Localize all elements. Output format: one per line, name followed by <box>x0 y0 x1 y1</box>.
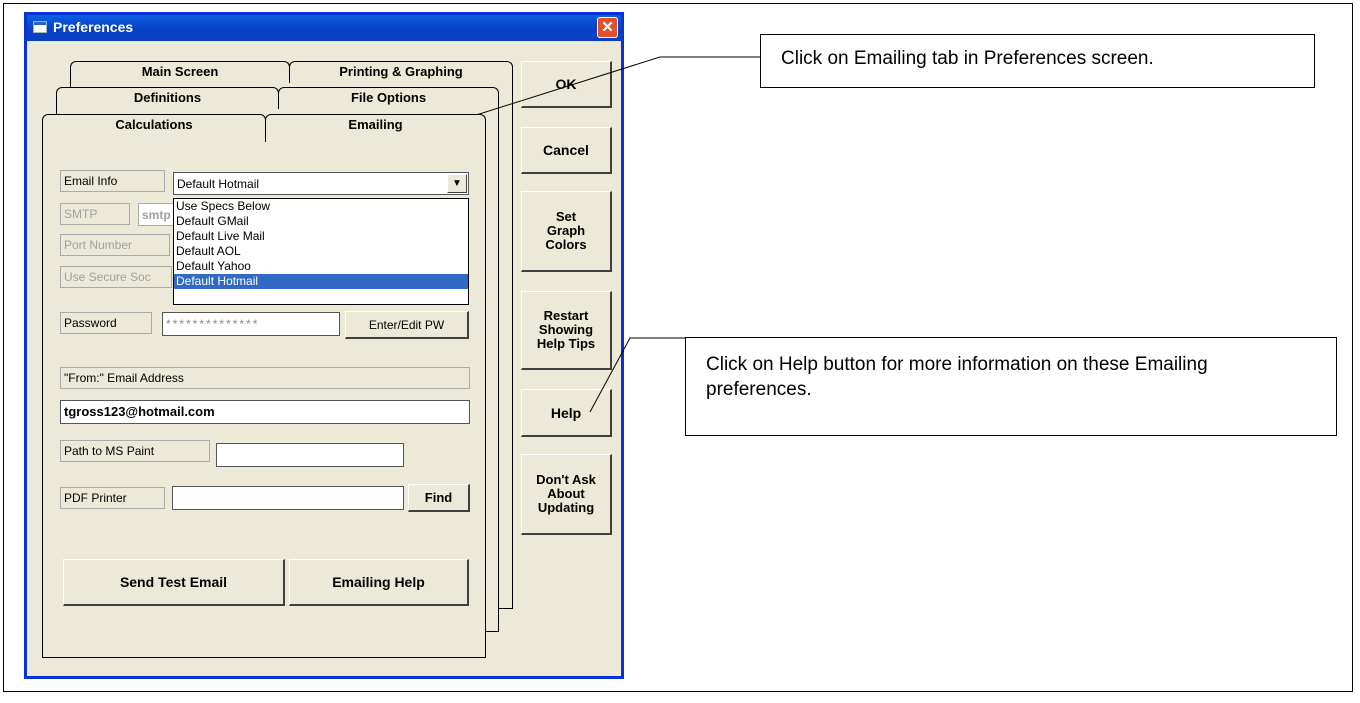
option-default-yahoo[interactable]: Default Yahoo <box>174 259 468 274</box>
option-default-live-mail[interactable]: Default Live Mail <box>174 229 468 244</box>
tab-emailing[interactable]: Emailing <box>265 114 486 142</box>
callout-leader-lines <box>434 56 760 413</box>
option-default-hotmail[interactable]: Default Hotmail <box>174 274 468 289</box>
option-default-gmail[interactable]: Default GMail <box>174 214 468 229</box>
option-default-aol[interactable]: Default AOL <box>174 244 468 259</box>
option-use-specs-below[interactable]: Use Specs Below <box>174 199 468 214</box>
email-info-dropdown-list: Use Specs Below Default GMail Default Li… <box>173 198 469 305</box>
